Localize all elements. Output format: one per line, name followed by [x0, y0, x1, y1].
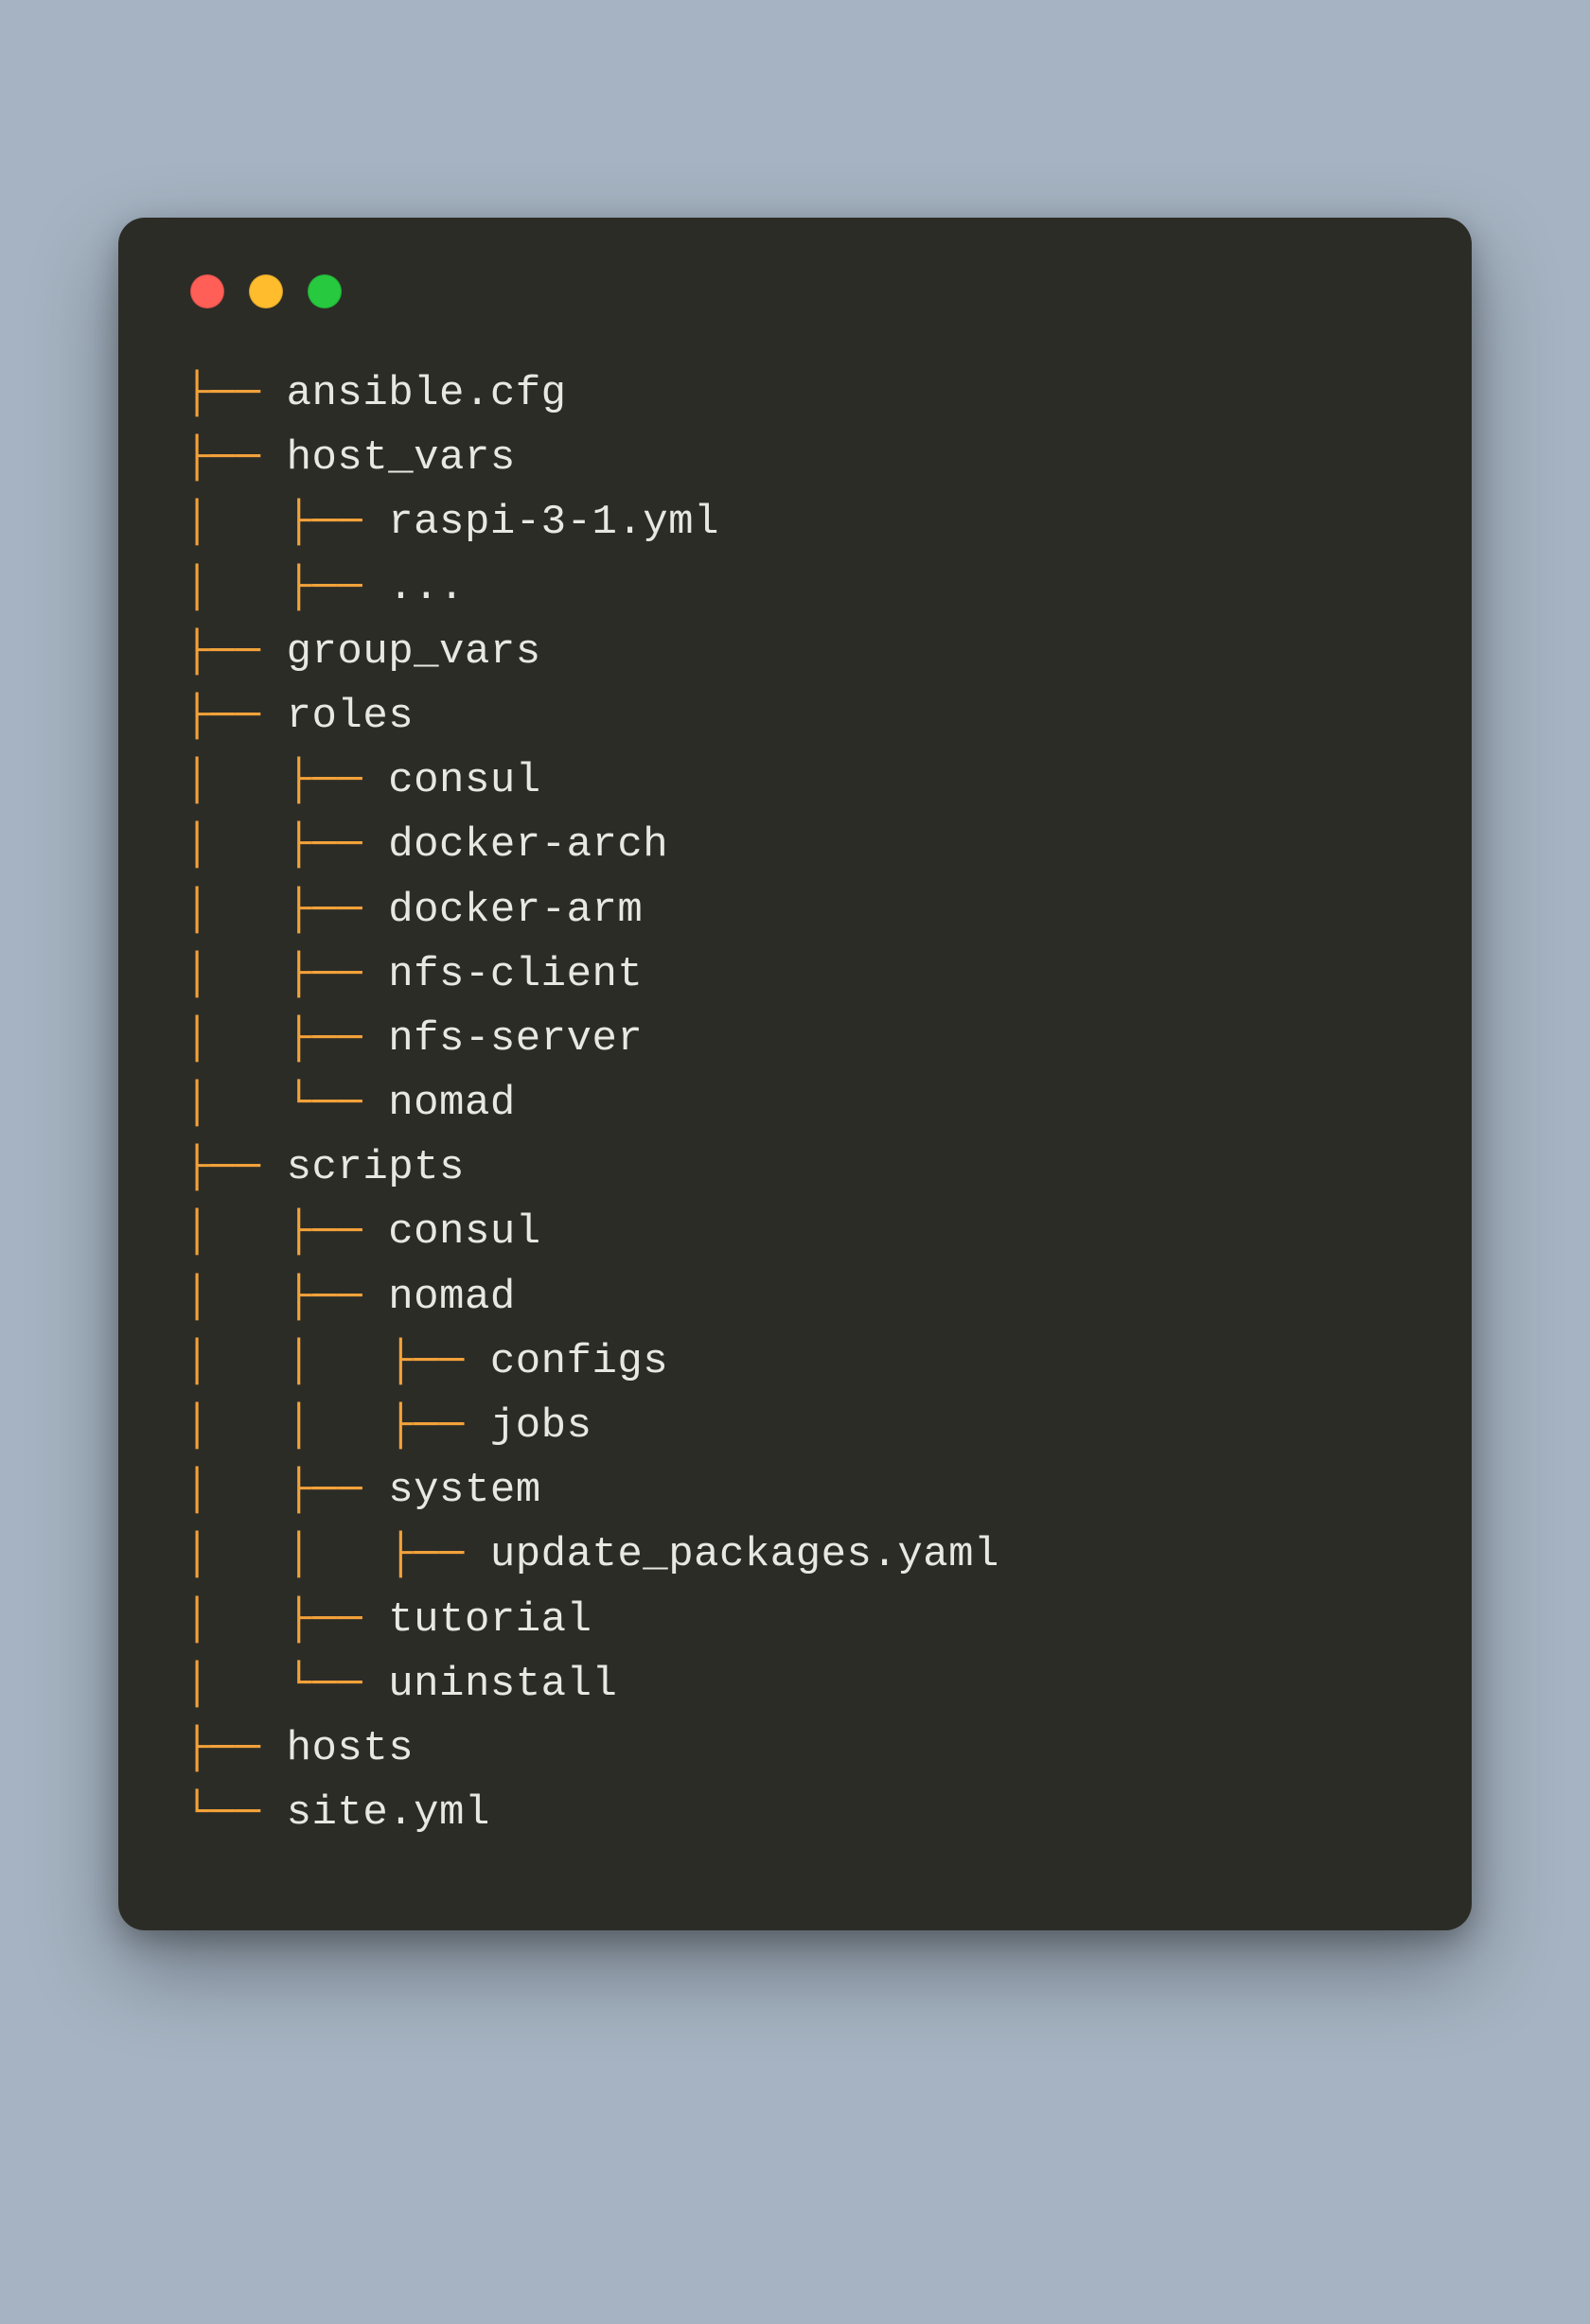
tree-line: │ │ ├── jobs [185, 1394, 1405, 1458]
terminal-window: ├── ansible.cfg├── host_vars│ ├── raspi-… [118, 218, 1472, 1930]
tree-connector: ├── [185, 1144, 287, 1191]
zoom-icon[interactable] [308, 274, 342, 308]
tree-connector: ├── [185, 628, 287, 676]
tree-entry-name: nfs-client [388, 951, 643, 998]
tree-connector: │ ├── [185, 1208, 388, 1256]
tree-line: ├── host_vars [185, 426, 1405, 490]
tree-line: ├── ansible.cfg [185, 361, 1405, 426]
tree-line: ├── scripts [185, 1136, 1405, 1200]
tree-connector: │ ├── [185, 1596, 388, 1644]
tree-entry-name: uninstall [388, 1661, 617, 1708]
tree-connector: │ ├── [185, 757, 388, 804]
tree-entry-name: nfs-server [388, 1015, 643, 1063]
tree-entry-name: group_vars [287, 628, 541, 676]
tree-connector: │ └── [185, 1080, 388, 1127]
tree-connector: │ ├── [185, 564, 388, 611]
tree-entry-name: update_packages.yaml [490, 1531, 999, 1578]
tree-connector: │ ├── [185, 951, 388, 998]
tree-line: │ ├── consul [185, 1200, 1405, 1264]
tree-line: │ └── nomad [185, 1071, 1405, 1136]
minimize-icon[interactable] [249, 274, 283, 308]
tree-line: │ ├── ... [185, 555, 1405, 620]
directory-tree: ├── ansible.cfg├── host_vars│ ├── raspi-… [185, 361, 1405, 1845]
tree-connector: ├── [185, 434, 287, 482]
tree-entry-name: system [388, 1467, 540, 1514]
tree-line: │ ├── tutorial [185, 1588, 1405, 1652]
tree-entry-name: scripts [287, 1144, 465, 1191]
tree-entry-name: site.yml [287, 1789, 490, 1837]
tree-line: │ ├── raspi-3-1.yml [185, 490, 1405, 555]
tree-line: │ ├── nfs-client [185, 942, 1405, 1007]
tree-entry-name: nomad [388, 1080, 516, 1127]
tree-line: │ │ ├── update_packages.yaml [185, 1523, 1405, 1587]
tree-connector: │ ├── [185, 821, 388, 869]
tree-line: │ │ ├── configs [185, 1329, 1405, 1394]
tree-connector: │ └── [185, 1661, 388, 1708]
tree-entry-name: jobs [490, 1402, 592, 1450]
tree-entry-name: consul [388, 1208, 540, 1256]
tree-connector: │ ├── [185, 1274, 388, 1321]
tree-line: ├── group_vars [185, 620, 1405, 684]
tree-line: │ └── uninstall [185, 1652, 1405, 1717]
tree-entry-name: host_vars [287, 434, 516, 482]
tree-entry-name: consul [388, 757, 540, 804]
tree-connector: ├── [185, 1725, 287, 1772]
tree-line: │ ├── docker-arch [185, 813, 1405, 877]
tree-entry-name: configs [490, 1338, 668, 1385]
tree-entry-name: hosts [287, 1725, 415, 1772]
tree-line: │ ├── nfs-server [185, 1007, 1405, 1071]
tree-entry-name: nomad [388, 1274, 516, 1321]
tree-entry-name: docker-arm [388, 887, 643, 934]
tree-entry-name: ansible.cfg [287, 370, 567, 417]
tree-line: ├── hosts [185, 1717, 1405, 1781]
tree-connector: │ │ ├── [185, 1531, 490, 1578]
tree-entry-name: tutorial [388, 1596, 592, 1644]
tree-connector: │ │ ├── [185, 1338, 490, 1385]
tree-line: │ ├── nomad [185, 1265, 1405, 1329]
tree-entry-name: roles [287, 693, 415, 740]
window-controls [185, 274, 1405, 308]
tree-line: ├── roles [185, 684, 1405, 748]
page-background: ├── ansible.cfg├── host_vars│ ├── raspi-… [0, 0, 1590, 2324]
tree-connector: │ ├── [185, 1467, 388, 1514]
tree-connector: ├── [185, 370, 287, 417]
tree-entry-name: raspi-3-1.yml [388, 499, 719, 546]
tree-line: └── site.yml [185, 1781, 1405, 1845]
tree-entry-name: ... [388, 564, 465, 611]
tree-connector: │ ├── [185, 887, 388, 934]
close-icon[interactable] [190, 274, 224, 308]
tree-connector: └── [185, 1789, 287, 1837]
tree-connector: ├── [185, 693, 287, 740]
tree-connector: │ ├── [185, 499, 388, 546]
tree-entry-name: docker-arch [388, 821, 668, 869]
tree-connector: │ ├── [185, 1015, 388, 1063]
tree-line: │ ├── consul [185, 748, 1405, 813]
tree-line: │ ├── docker-arm [185, 878, 1405, 942]
tree-line: │ ├── system [185, 1458, 1405, 1523]
tree-connector: │ │ ├── [185, 1402, 490, 1450]
